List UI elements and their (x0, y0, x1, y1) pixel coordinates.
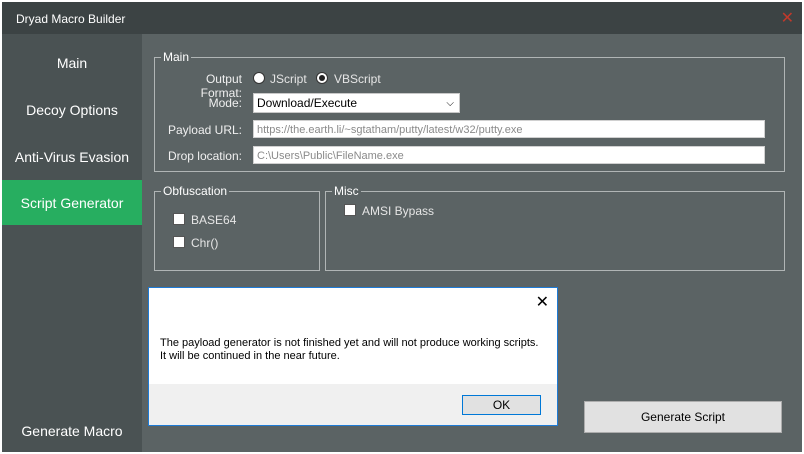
jscript-label: JScript (270, 72, 307, 86)
window-title: Dryad Macro Builder (16, 12, 126, 26)
chr-checkbox[interactable] (173, 236, 185, 248)
sidebar: Main Decoy Options Anti-Virus Evasion Sc… (2, 34, 142, 452)
jscript-radio[interactable] (253, 72, 265, 84)
sidebar-item-script-generator[interactable]: Script Generator (2, 180, 142, 225)
message-dialog: ✕ The payload generator is not finished … (148, 287, 558, 426)
drop-location-input[interactable]: C:\Users\Public\FileName.exe (253, 146, 765, 164)
generate-script-label: Generate Script (640, 410, 726, 424)
mode-label: Mode: (208, 96, 242, 110)
radio-selected-dot (319, 75, 325, 81)
sidebar-item-label: Script Generator (20, 194, 124, 211)
drop-location-label: Drop location: (167, 149, 242, 163)
close-icon[interactable]: ✕ (536, 292, 549, 312)
misc-legend: Misc (334, 184, 359, 198)
vbscript-label: VBScript (334, 72, 381, 86)
main-group-legend: Main (163, 50, 190, 64)
amsi-bypass-label: AMSI Bypass (362, 204, 435, 218)
close-icon[interactable]: ✕ (781, 8, 794, 28)
amsi-bypass-checkbox[interactable] (344, 204, 356, 216)
sidebar-item-anti-virus-evasion[interactable]: Anti-Virus Evasion (2, 134, 142, 179)
vbscript-radio[interactable] (316, 72, 328, 84)
dialog-message: The payload generator is not finished ye… (160, 337, 539, 362)
sidebar-item-label: Decoy Options (26, 101, 118, 118)
generate-macro-label: Generate Macro (21, 422, 123, 439)
dialog-body: ✕ The payload generator is not finished … (149, 288, 557, 384)
chevron-down-icon: ⌵ (446, 98, 454, 109)
sidebar-item-label: Anti-Virus Evasion (14, 148, 130, 165)
base64-checkbox[interactable] (173, 213, 185, 225)
misc-group: Misc (325, 184, 785, 271)
sidebar-item-main[interactable]: Main (2, 40, 142, 85)
ok-label: OK (492, 398, 511, 412)
sidebar-item-label: Main (56, 54, 88, 71)
ok-button[interactable]: OK (462, 395, 541, 415)
mode-select[interactable]: Download/Execute ⌵ (253, 93, 460, 113)
generate-macro-button[interactable]: Generate Macro (2, 408, 142, 453)
sidebar-item-decoy-options[interactable]: Decoy Options (2, 87, 142, 132)
generate-script-button[interactable]: Generate Script (584, 401, 782, 433)
obfuscation-legend: Obfuscation (163, 184, 228, 198)
chr-label: Chr() (191, 236, 219, 250)
mode-select-value: Download/Execute (257, 96, 358, 110)
payload-url-placeholder: https://the.earth.li/~sgtatham/putty/lat… (257, 124, 523, 136)
payload-url-label: Payload URL: (167, 123, 242, 137)
title-bar: Dryad Macro Builder ✕ (2, 2, 802, 34)
base64-label: BASE64 (191, 213, 237, 227)
payload-url-input[interactable]: https://the.earth.li/~sgtatham/putty/lat… (253, 120, 765, 138)
obfuscation-group: Obfuscation (154, 184, 320, 271)
drop-location-placeholder: C:\Users\Public\FileName.exe (257, 150, 404, 162)
